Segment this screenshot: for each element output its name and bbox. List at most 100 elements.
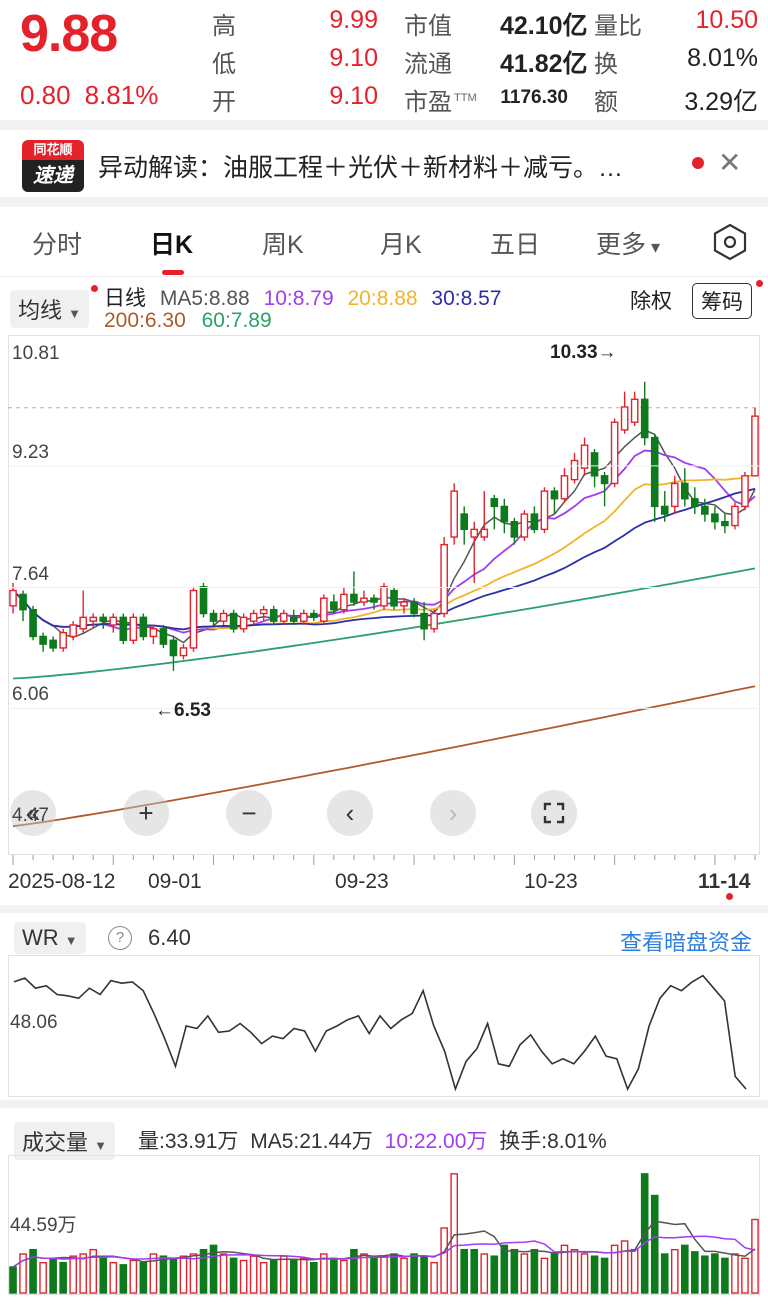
fullscreen-icon[interactable] [531,790,577,836]
dropdown-icon: ▼ [68,306,82,321]
help-icon[interactable]: ? [108,926,132,950]
candle-down [119,616,128,641]
volume-bar-up [79,1253,88,1294]
volume-bar-up [480,1253,489,1294]
candle-up [560,475,569,500]
tab-5[interactable]: 更多 ▾ [596,225,660,261]
candle-down [650,436,659,508]
legend-ma10: 10:8.79 [263,287,334,310]
hexagon-settings-icon[interactable] [710,222,750,262]
candle-down [310,612,318,619]
ma-legend-row1: 日线 MA5:8.88 10:8.79 20:8.88 30:8.57 [104,282,502,312]
candle-up [179,647,188,657]
candle-up [580,444,589,469]
volume-bar-up [69,1255,77,1294]
volume-ma5: MA5:21.44万 [250,1130,373,1153]
volume-bar-down [680,1244,689,1294]
candle-up [610,421,619,485]
notice-dot [91,285,98,292]
candle-up [440,543,448,615]
dropdown-icon: ▼ [64,933,78,948]
candle-up [731,505,739,527]
dropdown-icon: ▼ [94,1138,108,1153]
zoom-out-icon[interactable]: − [226,790,272,836]
close-icon[interactable]: ✕ [718,146,741,179]
volume-bar-down [691,1251,699,1294]
price-axis-label: 7.64 [12,563,49,585]
active-tab-indicator [162,270,184,275]
candle-down [721,521,729,527]
tab-4[interactable]: 五日 [490,225,540,261]
volume-bar-down [660,1253,669,1294]
candle-down [370,597,378,603]
volume-bar-down [370,1257,378,1294]
tab-0[interactable]: 分时 [32,225,82,261]
stat-value: 8.01% [687,44,758,72]
volume-bar-up [320,1253,328,1294]
change-percent: 8.81% [84,80,159,110]
dark-pool-funds-link[interactable]: 查看暗盘资金 [620,925,752,957]
logo-top-text: 同花顺 [22,140,84,160]
volume-bar-down [460,1248,469,1294]
volume-bar-up [580,1253,589,1294]
candle-up [239,616,248,630]
news-logo: 同花顺 速递 [22,140,84,192]
volume-bar-down [159,1255,168,1294]
volume-bar-up [620,1240,629,1294]
volume-bar-up [340,1259,348,1294]
volume-bar-up [670,1248,679,1294]
volume-bar-down [470,1248,479,1294]
candle-down [209,612,218,622]
volume-bar-up [540,1257,549,1294]
next-icon[interactable]: › [430,790,476,836]
candle-down [420,612,428,630]
volume-bar-down [310,1261,318,1294]
news-headline[interactable]: 异动解读：油服工程＋光伏＋新材料＋减亏。… [98,148,623,184]
candle-up [670,482,679,508]
volume-bar-down [199,1248,208,1294]
fuquan-button[interactable]: 除权 [630,285,672,315]
candle-up [520,513,529,538]
stat-label: 市值 [404,13,452,40]
prev-icon[interactable]: ‹ [327,790,373,836]
candlestick-chart[interactable] [8,335,760,855]
volume-chart[interactable] [8,1155,760,1295]
tab-2[interactable]: 周K [262,225,304,261]
candle-up [570,459,579,481]
zoom-in-icon[interactable]: + [123,790,169,836]
volume-axis-label: 44.59万 [10,1215,77,1236]
separator [0,197,768,207]
wr-indicator-select[interactable]: WR ▼ [14,922,86,954]
volume-bar-down [119,1264,128,1294]
volume-label: 成交量 [22,1130,89,1155]
turnover-value: 换手:8.01% [499,1130,607,1153]
volume-bar-up [179,1255,188,1294]
candle-up [109,616,118,626]
current-price: 9.88 [20,5,118,63]
candle-up [430,612,438,630]
candle-down [500,505,509,523]
volume-bar-up [520,1253,529,1294]
wr-chart[interactable] [8,955,760,1097]
volume-bar-down [590,1255,599,1294]
candle-up [299,612,308,622]
date-label-1023: 10-23 [524,870,578,893]
stat-label: 低 [212,51,236,78]
volume-bar-up [400,1257,408,1294]
volume-bar-down [490,1255,499,1294]
date-label-end: 11-14 [698,870,751,893]
candle-down [390,589,398,607]
volume-bar-up [259,1261,268,1294]
volume-value: 量:33.91万 [138,1130,239,1153]
candle-up [380,586,388,607]
candle-down [490,498,499,508]
tab-1[interactable]: 日K [150,225,193,261]
indicator-select[interactable]: 均线 ▼ [10,290,90,328]
volume-bar-up [741,1257,749,1294]
volume-bar-down [169,1257,178,1294]
chouma-button[interactable]: 筹码 [692,283,752,319]
candle-down [660,505,669,515]
candle-up [79,616,88,630]
wr-line [13,974,747,1092]
tab-3[interactable]: 月K [380,225,422,261]
